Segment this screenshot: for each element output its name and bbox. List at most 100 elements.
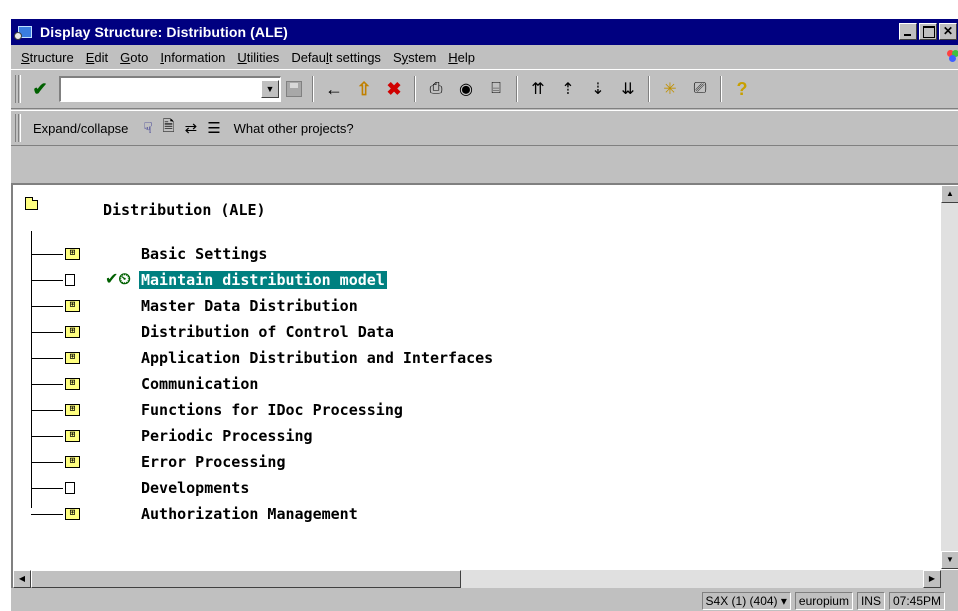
menu-item[interactable]: Utilities: [237, 50, 279, 65]
toolbar-grip[interactable]: [15, 114, 21, 142]
menu-item[interactable]: Edit: [86, 50, 108, 65]
next-page-icon: ⇣: [591, 81, 605, 98]
previous-page-button[interactable]: ⇡: [556, 77, 580, 101]
next-page-button[interactable]: ⇣: [586, 77, 610, 101]
maximize-button[interactable]: [919, 23, 937, 40]
execute-activity-icon[interactable]: ✔⏲: [105, 269, 131, 289]
status-dropdown-icon[interactable]: ▾: [781, 594, 787, 608]
document-node-icon[interactable]: [65, 274, 75, 286]
tree-root-label[interactable]: Distribution (ALE): [103, 201, 266, 219]
scroll-left-button[interactable]: ◀: [13, 570, 31, 588]
menu-label-part: stem: [408, 49, 437, 65]
find-next-button[interactable]: ⌸: [484, 77, 508, 101]
document-node-icon[interactable]: [65, 482, 75, 494]
tree-branch-line: [31, 410, 63, 411]
sap-app-icon[interactable]: [14, 23, 34, 41]
find-button[interactable]: ◉: [454, 77, 478, 101]
separator: [312, 76, 314, 102]
tree-node-label[interactable]: Application Distribution and Interfaces: [141, 349, 493, 367]
tree-branch-line: [31, 436, 63, 437]
menu-label-part: tilities: [246, 49, 280, 65]
menu-item[interactable]: Information: [160, 50, 225, 65]
sap-window: Display Structure: Distribution (ALE) ✕ …: [10, 18, 958, 611]
insert-mode-field: INS: [856, 592, 885, 610]
folder-node-icon[interactable]: ⊞: [65, 378, 80, 390]
tree-node-label[interactable]: Distribution of Control Data: [141, 323, 394, 341]
toolbar-grip[interactable]: [15, 75, 21, 103]
scroll-corner: [941, 570, 958, 588]
change-icon[interactable]: ⇄: [185, 119, 198, 137]
exit-up-icon: ⇧: [356, 78, 372, 99]
list-icon[interactable]: ☰: [207, 119, 220, 137]
tree-connector: [31, 231, 32, 508]
system-toolbar: ✔ ▼ ← ⇧ ✖ ⎙ ◉ ⌸ ⇈ ⇡ ⇣ ⇊ ✳ ⎚ ?: [11, 69, 958, 109]
other-projects-button[interactable]: What other projects?: [234, 121, 354, 136]
scroll-up-button[interactable]: ▲: [941, 185, 958, 203]
tree-content: Distribution (ALE) ⊞ Basic Settings ✔⏲ Main…: [13, 185, 941, 569]
back-button[interactable]: ←: [322, 77, 346, 101]
minimize-button[interactable]: [899, 23, 917, 40]
system-info-field[interactable]: S4X (1) (404) ▾: [701, 592, 791, 610]
scroll-down-button[interactable]: ▼: [941, 551, 958, 569]
scroll-right-button[interactable]: ▶: [923, 570, 941, 588]
cancel-button[interactable]: ✖: [382, 77, 406, 101]
tree-branch-line: [31, 514, 63, 515]
folder-node-icon[interactable]: ⊞: [65, 430, 80, 442]
horizontal-scroll-thumb[interactable]: [31, 570, 461, 588]
tree-node-label[interactable]: Functions for IDoc Processing: [141, 401, 403, 419]
server-field: europium: [794, 592, 853, 610]
menu-accelerator: U: [237, 49, 247, 65]
close-button[interactable]: ✕: [939, 23, 957, 40]
menu-accelerator: G: [120, 49, 131, 65]
enter-button[interactable]: ✔: [28, 77, 52, 101]
menu-item[interactable]: Goto: [120, 50, 148, 65]
expand-collapse-button[interactable]: Expand/collapse: [33, 121, 128, 136]
create-session-icon: ✳: [663, 81, 677, 98]
folder-node-icon[interactable]: ⊞: [65, 248, 80, 260]
customize-layout-icon[interactable]: [947, 50, 958, 62]
status-bar: S4X (1) (404) ▾ europium INS 07:45PM: [11, 590, 958, 611]
tree-branch-line: [31, 384, 63, 385]
print-icon: ⎙: [429, 80, 443, 97]
cancel-x-icon: ✖: [386, 78, 402, 99]
folder-node-icon[interactable]: ⊞: [65, 404, 80, 416]
root-folder-icon[interactable]: [25, 197, 38, 210]
last-page-button[interactable]: ⇊: [616, 77, 640, 101]
command-field[interactable]: ▼: [59, 76, 281, 102]
documentation-icon[interactable]: 🗎: [163, 116, 175, 141]
menu-item[interactable]: Structure: [21, 50, 74, 65]
tree-node-label[interactable]: Error Processing: [141, 453, 286, 471]
save-icon[interactable]: [286, 81, 302, 97]
menu-label-part: oto: [130, 49, 149, 65]
create-session-button[interactable]: ✳: [658, 77, 682, 101]
tree-node-label[interactable]: Maintain distribution model: [139, 271, 387, 289]
exit-button[interactable]: ⇧: [352, 77, 376, 101]
tree-node-label[interactable]: Developments: [141, 479, 249, 497]
folder-node-icon[interactable]: ⊞: [65, 326, 80, 338]
tree-node-label[interactable]: Authorization Management: [141, 505, 358, 523]
folder-node-icon[interactable]: ⊞: [65, 456, 80, 468]
menu-item[interactable]: Default settings: [291, 50, 381, 65]
tree-node-label[interactable]: Periodic Processing: [141, 427, 313, 445]
tree-node-label[interactable]: Basic Settings: [141, 245, 267, 263]
tree-node-label[interactable]: Master Data Distribution: [141, 297, 358, 315]
menu-label-part: Defau: [291, 49, 327, 65]
horizontal-scrollbar[interactable]: ◀ ▶: [13, 570, 941, 588]
folder-node-icon[interactable]: ⊞: [65, 352, 80, 364]
command-history-dropdown[interactable]: ▼: [261, 80, 279, 98]
folder-node-icon[interactable]: ⊞: [65, 300, 80, 312]
vertical-scrollbar[interactable]: ▲ ▼: [941, 185, 958, 569]
first-page-button[interactable]: ⇈: [526, 77, 550, 101]
title-bar[interactable]: Display Structure: Distribution (ALE) ✕: [11, 19, 958, 45]
folder-node-icon[interactable]: ⊞: [65, 508, 80, 520]
print-button[interactable]: ⎙: [424, 77, 448, 101]
first-page-icon: ⇈: [531, 81, 545, 98]
create-shortcut-button[interactable]: ⎚: [688, 77, 712, 101]
tree-node-label[interactable]: Communication: [141, 375, 258, 393]
back-arrow-icon: ←: [325, 78, 343, 99]
structure-icon[interactable]: ☟: [143, 119, 152, 137]
menu-item[interactable]: Help: [448, 50, 475, 65]
help-button[interactable]: ?: [730, 77, 754, 101]
menu-item[interactable]: System: [393, 50, 436, 65]
tree-branch-line: [31, 254, 63, 255]
